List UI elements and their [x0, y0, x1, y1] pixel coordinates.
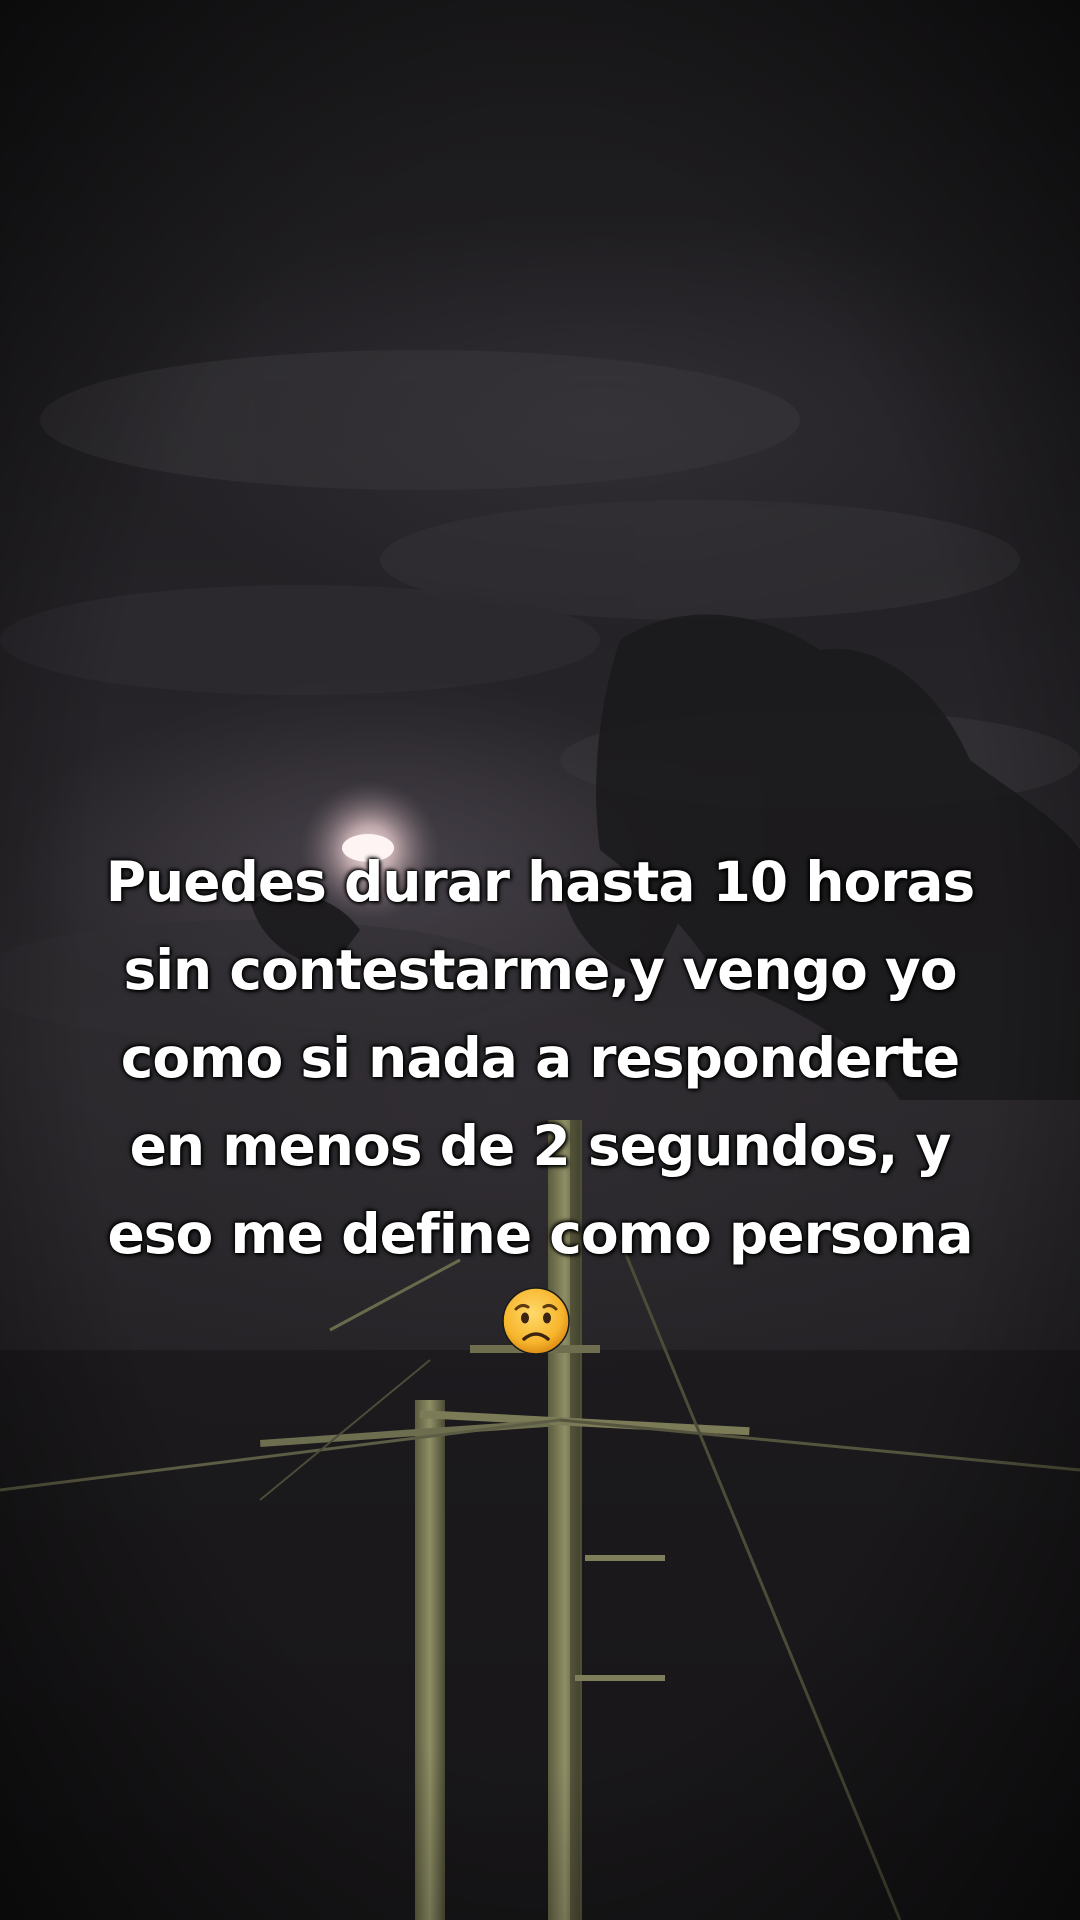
worried-face-icon [502, 1287, 570, 1355]
caption-line-1: Puedes durar hasta 10 horas [105, 850, 976, 914]
caption-text: Puedes durar hasta 10 horas sin contesta… [90, 838, 990, 1278]
caption-line-3: como si nada a responderte [120, 1026, 960, 1090]
video-frame: Puedes durar hasta 10 horas sin contesta… [0, 0, 1080, 1920]
caption-line-2: sin contestarme,y vengo yo [123, 938, 957, 1002]
caption-line-4: en menos de 2 segundos, y [129, 1114, 952, 1178]
caption-line-5: eso me define como persona [107, 1202, 973, 1266]
